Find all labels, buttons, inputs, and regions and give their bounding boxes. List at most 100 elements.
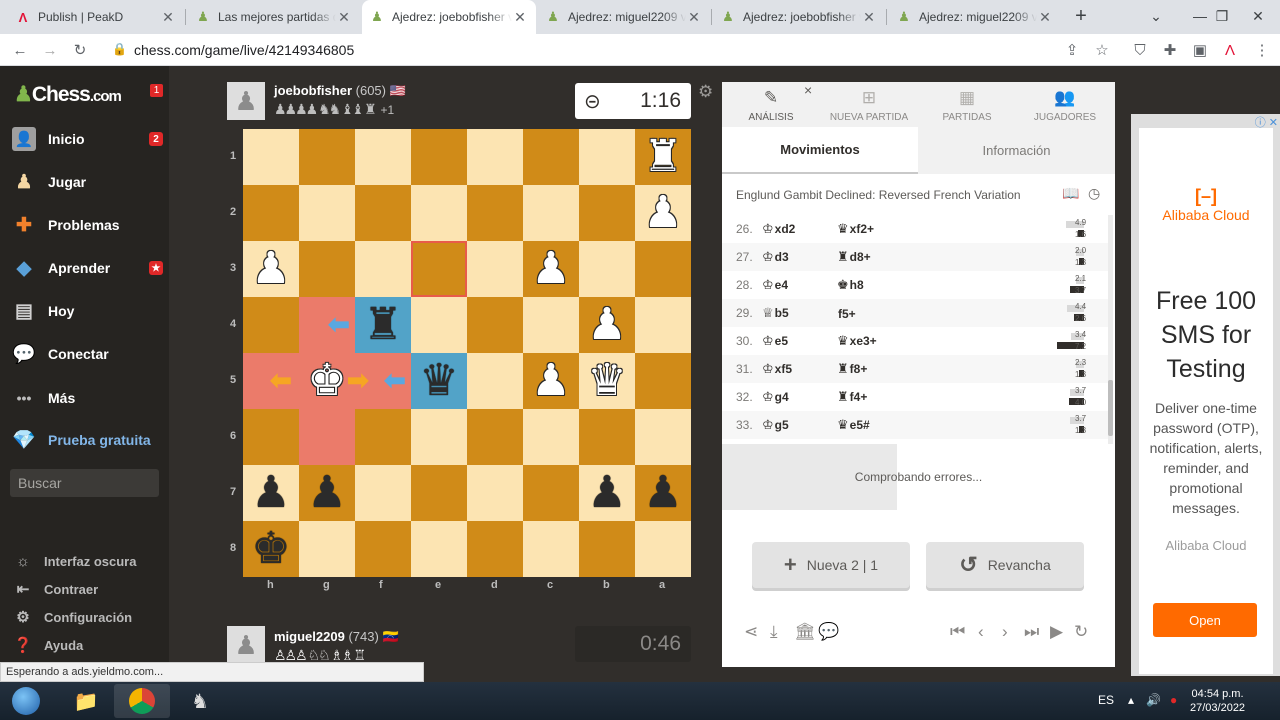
sidebar-item-mas[interactable]: ••• Más [0,378,169,418]
white-king-icon[interactable]: ♚ [307,359,346,403]
square-e8[interactable] [411,521,467,577]
white-move[interactable]: ♔g5 [762,417,789,433]
square-a8[interactable] [635,521,691,577]
move-list-scrollbar[interactable] [1108,215,1113,444]
chesscom-logo[interactable]: ♟Chess.com [14,82,122,107]
sidebar-item-hoy[interactable]: ▤ Hoy [0,291,169,331]
black-pawn-icon[interactable]: ♟ [587,471,626,515]
forward-icon[interactable]: → [40,40,60,60]
top-player-name[interactable]: joebobfisher (605) 🇺🇸 [274,83,406,99]
clock[interactable]: 04:54 p.m. 27/03/2022 [1190,687,1245,715]
square-g6[interactable] [299,409,355,465]
square-b6[interactable] [579,409,635,465]
square-a5[interactable] [635,353,691,409]
black-move[interactable]: f5+ [837,306,856,321]
tab-miguel-game-1[interactable]: ♟ Ajedrez: miguel2209 vs jo ✕ [538,0,710,34]
sidebar-icon[interactable]: ▣ [1190,40,1210,60]
book-icon[interactable]: 📖 [1062,185,1079,202]
tray-arrow-icon[interactable]: ▴ [1128,693,1134,707]
square-d4[interactable] [467,297,523,353]
peakd-extension-icon[interactable]: Λ [1220,40,1240,60]
avatar[interactable]: ♟ [227,626,265,664]
reload-icon[interactable]: ↻ [70,40,90,60]
close-icon[interactable]: × [804,82,812,98]
next-move-icon[interactable]: › [1002,622,1008,642]
compass-icon[interactable]: ◷ [1088,185,1100,202]
square-g7[interactable]: ♟ [299,465,355,521]
white-move[interactable]: ♕b5 [762,305,789,321]
square-a3[interactable] [635,241,691,297]
square-b8[interactable] [579,521,635,577]
white-move[interactable]: ♔e4 [762,277,788,293]
board-settings-gear-icon[interactable]: ⚙ [698,82,713,102]
black-move[interactable]: ♜f4+ [837,389,867,405]
square-f7[interactable] [355,465,411,521]
last-move-icon[interactable]: ⏭ [1024,622,1039,642]
collapse-button[interactable]: ⇤ Contraer [12,577,98,601]
avatar[interactable]: ♟ [227,82,265,120]
square-f8[interactable] [355,521,411,577]
white-pawn-icon[interactable]: ♟ [587,303,626,347]
settings-link[interactable]: ⚙ Configuración [12,605,132,629]
square-c6[interactable] [523,409,579,465]
dark-mode-toggle[interactable]: ☼ Interfaz oscura [12,549,136,573]
shield-icon[interactable]: ⛉ [1130,40,1150,60]
square-b7[interactable]: ♟ [579,465,635,521]
notification-badge[interactable]: 1 [150,84,163,97]
white-move[interactable]: ♔xf5 [762,361,792,377]
square-f3[interactable] [355,241,411,297]
tab-miguel-game-2[interactable]: ♟ Ajedrez: miguel2209 vs jo ✕ [889,0,1061,34]
square-c5[interactable]: ♟ [523,353,579,409]
black-move[interactable]: ♛xe3+ [837,333,877,349]
square-g3[interactable] [299,241,355,297]
tab-joebob-game-2[interactable]: ♟ Ajedrez: joebobfisher vs ✕ [713,0,885,34]
chess-app-icon[interactable]: ♞ [172,684,228,718]
extensions-icon[interactable]: ✚ [1160,40,1180,60]
start-button[interactable] [0,684,52,718]
black-move[interactable]: ♜d8+ [837,249,871,265]
close-tab-icon[interactable]: ✕ [861,9,877,26]
black-move[interactable]: ♜f8+ [837,361,867,377]
square-b2[interactable] [579,185,635,241]
square-b1[interactable] [579,129,635,185]
bookmark-star-icon[interactable]: ☆ [1092,40,1112,60]
close-tab-icon[interactable]: ✕ [512,9,528,26]
close-tab-icon[interactable]: ✕ [336,9,352,26]
sidebar-item-conectar[interactable]: 💬 Conectar [0,334,169,374]
tab-search-chevron-icon[interactable]: ⌄ [1136,0,1176,32]
square-c7[interactable] [523,465,579,521]
close-tab-icon[interactable]: ✕ [160,9,176,26]
white-move[interactable]: ♔xd2 [762,221,795,237]
address-bar[interactable]: 🔒 chess.com/game/live/42149346805 [106,37,1126,63]
black-move[interactable]: ♛xf2+ [837,221,874,237]
tab-nueva-partida[interactable]: ⊞ NUEVA PARTIDA [820,82,918,127]
square-g1[interactable] [299,129,355,185]
square-c2[interactable] [523,185,579,241]
square-a6[interactable] [635,409,691,465]
square-a4[interactable] [635,297,691,353]
back-icon[interactable]: ← [10,40,30,60]
square-d5[interactable] [467,353,523,409]
ad-open-button[interactable]: Open [1153,603,1257,637]
square-e1[interactable] [411,129,467,185]
download-icon[interactable]: ⤓ [770,622,778,642]
square-c4[interactable] [523,297,579,353]
new-game-button[interactable]: + Nueva 2 | 1 [752,542,910,588]
close-window-icon[interactable]: ✕ [1236,0,1280,32]
play-icon[interactable]: ▶ [1050,622,1063,642]
white-pawn-icon[interactable]: ♟ [531,359,570,403]
square-e6[interactable] [411,409,467,465]
chess-board[interactable]: ♜ ♟ ♟ ♟ ♜ ♟ ♚ ♛ ♟ ♛ ♟ ♟ ♟ ♟ ♚ [243,129,691,577]
square-g2[interactable] [299,185,355,241]
square-h7[interactable]: ♟ [243,465,299,521]
language-indicator[interactable]: ES [1098,693,1114,707]
black-pawn-icon[interactable]: ♟ [643,471,682,515]
square-h2[interactable] [243,185,299,241]
square-b5[interactable]: ♛ [579,353,635,409]
share-icon[interactable]: ⋖ [744,622,758,642]
black-queen-icon[interactable]: ♛ [419,359,458,403]
white-move[interactable]: ♔d3 [762,249,789,265]
sidebar-item-aprender[interactable]: ◆ Aprender ★ [0,248,169,288]
black-move[interactable]: ♛e5# [837,417,870,433]
tab-jugadores[interactable]: 👥 JUGADORES [1016,82,1114,127]
